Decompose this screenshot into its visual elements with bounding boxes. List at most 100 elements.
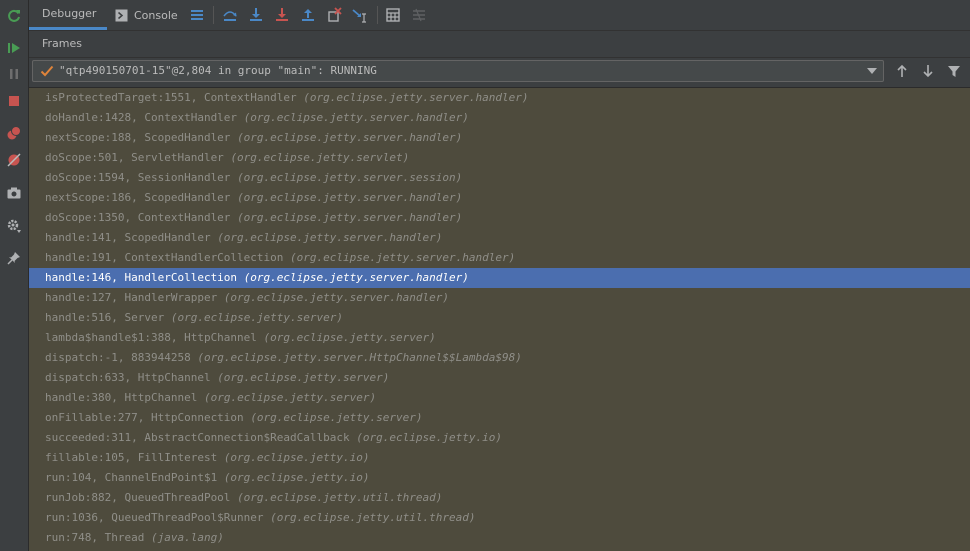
frame-row[interactable]: doScope:501, ServletHandler (org.eclipse… — [29, 148, 970, 168]
frame-row[interactable]: doHandle:1428, ContextHandler (org.eclip… — [29, 108, 970, 128]
frame-method: run:748, Thread — [45, 531, 151, 544]
frame-package: (org.eclipse.jetty.server.handler) — [237, 211, 463, 224]
frame-method: onFillable:277, HttpConnection — [45, 411, 251, 424]
tab-debugger[interactable]: Debugger — [29, 0, 107, 30]
frame-row[interactable]: succeeded:311, AbstractConnection$ReadCa… — [29, 428, 970, 448]
view-breakpoints-icon[interactable] — [4, 123, 24, 143]
frame-package: (org.eclipse.jetty.server) — [170, 311, 344, 324]
trace-icon[interactable] — [410, 6, 428, 24]
frame-row[interactable]: nextScope:188, ScopedHandler (org.eclips… — [29, 128, 970, 148]
previous-frame-arrow-up-icon[interactable] — [893, 62, 911, 80]
frame-package: (org.eclipse.jetty.server) — [203, 391, 377, 404]
frame-package: (org.eclipse.jetty.server.handler) — [303, 91, 529, 104]
frame-method: handle:380, HttpChannel — [45, 391, 204, 404]
frame-package: (org.eclipse.jetty.server) — [263, 331, 436, 344]
settings-icon[interactable] — [4, 216, 24, 236]
rerun-icon[interactable] — [4, 6, 24, 26]
frame-row[interactable]: run:1036, QueuedThreadPool$Runner (org.e… — [29, 508, 970, 528]
frame-method: run:104, ChannelEndPoint$1 — [45, 471, 224, 484]
frame-package: (org.eclipse.jetty.server) — [217, 371, 390, 384]
toolbar-separator — [213, 6, 214, 24]
frame-row-selected[interactable]: handle:146, HandlerCollection (org.eclip… — [29, 268, 970, 288]
frame-row[interactable]: handle:141, ScopedHandler (org.eclipse.j… — [29, 228, 970, 248]
chevron-down-icon — [867, 68, 877, 74]
frame-package: (org.eclipse.jetty.servlet) — [230, 151, 410, 164]
camera-icon[interactable] — [4, 183, 24, 203]
filter-icon[interactable] — [945, 62, 963, 80]
frame-package: (java.lang) — [150, 531, 224, 544]
frame-package: (org.eclipse.jetty.server) — [250, 411, 423, 424]
frame-method: handle:127, HandlerWrapper — [45, 291, 224, 304]
frame-method: run:1036, QueuedThreadPool$Runner — [45, 511, 271, 524]
frame-row[interactable]: doScope:1594, SessionHandler (org.eclips… — [29, 168, 970, 188]
frames-divider — [29, 57, 970, 58]
frame-row[interactable]: handle:127, HandlerWrapper (org.eclipse.… — [29, 288, 970, 308]
frame-method: fillable:105, FillInterest — [45, 451, 224, 464]
frame-package: (org.eclipse.jetty.server.handler) — [223, 291, 449, 304]
frame-method: lambda$handle$1:388, HttpChannel — [45, 331, 264, 344]
checkmark-icon — [40, 64, 54, 78]
frame-row[interactable]: doScope:1350, ContextHandler (org.eclips… — [29, 208, 970, 228]
frame-package: (org.eclipse.jetty.server.handler) — [290, 251, 516, 264]
frame-method: handle:146, HandlerCollection — [45, 271, 244, 284]
drop-frame-icon[interactable] — [325, 6, 343, 24]
frames-list[interactable]: isProtectedTarget:1551, ContextHandler (… — [29, 88, 970, 551]
debugger-toolbar: Debugger Console — [29, 0, 970, 31]
frame-method: nextScope:186, ScopedHandler — [45, 191, 238, 204]
frame-method: doScope:501, ServletHandler — [45, 151, 231, 164]
frame-row[interactable]: run:748, Thread (java.lang) — [29, 528, 970, 548]
debug-side-toolbar — [0, 0, 29, 551]
frame-row[interactable]: dispatch:633, HttpChannel (org.eclipse.j… — [29, 368, 970, 388]
frame-method: handle:191, ContextHandlerCollection — [45, 251, 291, 264]
run-to-cursor-icon[interactable] — [351, 6, 369, 24]
frame-package: (org.eclipse.jetty.server.session) — [237, 171, 463, 184]
toolbar-separator — [377, 6, 378, 24]
resume-icon[interactable] — [4, 38, 24, 58]
frame-row[interactable]: fillable:105, FillInterest (org.eclipse.… — [29, 448, 970, 468]
stop-icon[interactable] — [4, 91, 24, 111]
frame-package: (org.eclipse.jetty.server.handler) — [237, 191, 463, 204]
frame-package: (org.eclipse.jetty.server.handler) — [237, 131, 463, 144]
mute-breakpoints-icon[interactable] — [4, 150, 24, 170]
frame-package: (org.eclipse.jetty.io) — [223, 471, 370, 484]
frame-row[interactable]: runJob:882, QueuedThreadPool (org.eclips… — [29, 488, 970, 508]
thread-selector[interactable]: "qtp490150701-15"@2,804 in group "main":… — [32, 60, 884, 82]
force-step-into-icon[interactable] — [273, 6, 291, 24]
frame-row[interactable]: handle:380, HttpChannel (org.eclipse.jet… — [29, 388, 970, 408]
frame-method: handle:516, Server — [45, 311, 171, 324]
frame-row[interactable]: run:104, ChannelEndPoint$1 (org.eclipse.… — [29, 468, 970, 488]
frame-row[interactable]: isProtectedTarget:1551, ContextHandler (… — [29, 88, 970, 108]
tab-console-label: Console — [134, 8, 178, 22]
frame-package: (org.eclipse.jetty.server.handler) — [243, 271, 469, 284]
frame-method: doScope:1350, ContextHandler — [45, 211, 238, 224]
frame-row[interactable]: onFillable:277, HttpConnection (org.ecli… — [29, 408, 970, 428]
frame-package: (org.eclipse.jetty.util.thread) — [270, 511, 476, 524]
step-over-icon[interactable] — [221, 6, 239, 24]
frame-method: dispatch:-1, 883944258 — [45, 351, 198, 364]
frame-row[interactable]: dispatch:-1, 883944258 (org.eclipse.jett… — [29, 348, 970, 368]
frame-row[interactable]: lambda$handle$1:388, HttpChannel (org.ec… — [29, 328, 970, 348]
frame-method: doHandle:1428, ContextHandler — [45, 111, 244, 124]
thread-label: "qtp490150701-15"@2,804 in group "main":… — [59, 64, 377, 77]
tab-debugger-label: Debugger — [42, 7, 97, 20]
next-frame-arrow-down-icon[interactable] — [919, 62, 937, 80]
frame-package: (org.eclipse.jetty.server.handler) — [217, 231, 443, 244]
frame-method: handle:141, ScopedHandler — [45, 231, 218, 244]
frames-header: Frames — [42, 37, 83, 50]
frame-package: (org.eclipse.jetty.server.HttpChannel$$L… — [197, 351, 522, 364]
frame-row[interactable]: handle:191, ContextHandlerCollection (or… — [29, 248, 970, 268]
frame-row[interactable]: nextScope:186, ScopedHandler (org.eclips… — [29, 188, 970, 208]
frame-method: isProtectedTarget:1551, ContextHandler — [45, 91, 304, 104]
frame-package: (org.eclipse.jetty.util.thread) — [237, 491, 443, 504]
pause-icon[interactable] — [4, 64, 24, 84]
step-out-icon[interactable] — [299, 6, 317, 24]
frame-row[interactable]: handle:516, Server (org.eclipse.jetty.se… — [29, 308, 970, 328]
frame-package: (org.eclipse.jetty.io) — [356, 431, 502, 444]
frame-method: doScope:1594, SessionHandler — [45, 171, 238, 184]
menu-icon[interactable] — [188, 6, 206, 24]
evaluate-icon[interactable] — [384, 6, 402, 24]
frame-method: runJob:882, QueuedThreadPool — [45, 491, 238, 504]
pin-icon[interactable] — [4, 248, 24, 268]
step-into-icon[interactable] — [247, 6, 265, 24]
frame-method: nextScope:188, ScopedHandler — [45, 131, 238, 144]
